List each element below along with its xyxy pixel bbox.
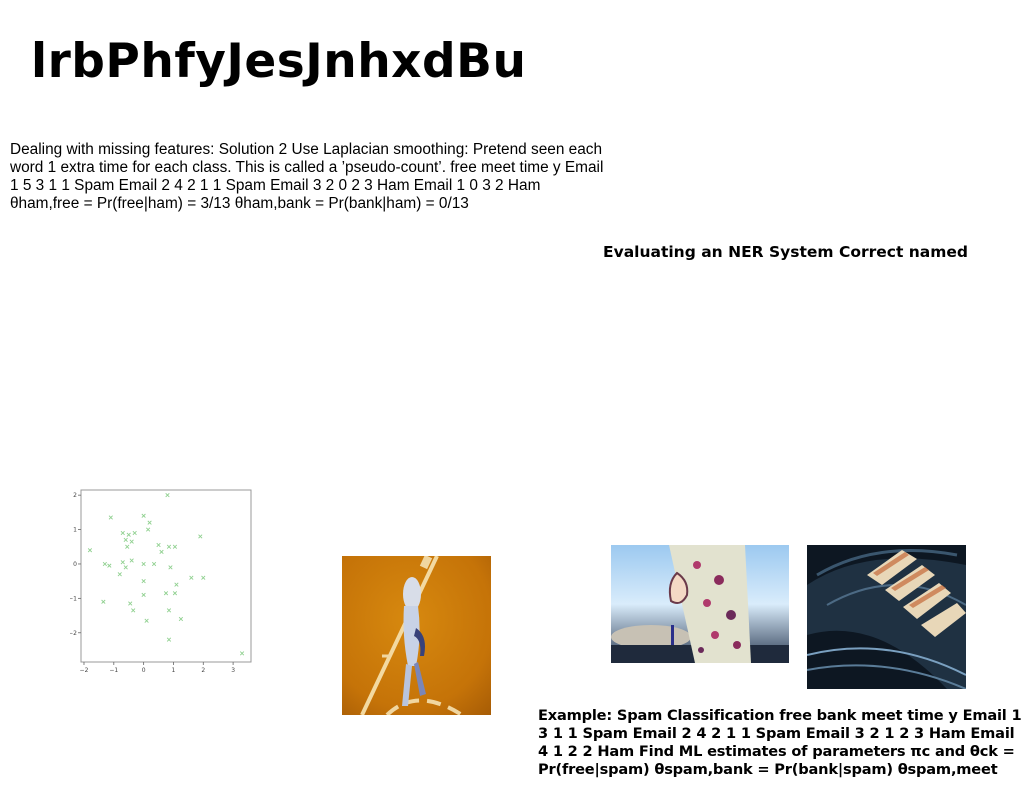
y-tick-label: 2	[73, 492, 77, 499]
scatter-point	[198, 534, 203, 539]
scatter-point	[147, 520, 152, 525]
scatter-point	[123, 565, 128, 570]
gymnast-photo	[342, 556, 491, 715]
scatter-point	[125, 544, 130, 549]
scatter-point	[120, 530, 125, 536]
scatter-point	[107, 563, 112, 568]
scatter-point	[123, 537, 128, 542]
x-tick-label: 2	[201, 667, 205, 674]
scatter-point	[156, 542, 161, 548]
scatter-point	[174, 582, 179, 587]
y-tick-label: −2	[70, 630, 77, 637]
scatter-point	[201, 575, 206, 580]
section-heading: Evaluating an NER System Correct named	[603, 243, 969, 261]
scatter-point	[128, 601, 133, 606]
scatter-point	[172, 591, 178, 596]
scatter-point	[141, 592, 146, 598]
kimono-photo	[611, 545, 789, 663]
scatter-point	[239, 651, 245, 656]
scatter-point	[102, 561, 107, 567]
scatter-point	[172, 544, 178, 549]
scatter-point	[144, 618, 149, 623]
scatter-point	[189, 575, 194, 580]
scatter-point	[141, 561, 146, 567]
y-tick-label: 0	[73, 561, 77, 568]
skylight-ceiling-photo	[807, 545, 966, 689]
x-tick-label: 3	[231, 667, 235, 674]
plot-frame	[80, 489, 252, 663]
scatter-point	[165, 493, 170, 498]
scatter-point	[101, 599, 106, 604]
body-paragraph: Dealing with missing features: Solution …	[10, 141, 604, 212]
example-text: Example: Spam Classification free bank m…	[538, 707, 1022, 778]
scatter-point	[108, 515, 113, 520]
x-tick-label: 0	[142, 667, 146, 674]
scatter-point	[166, 637, 172, 642]
scatter-plot: −2 −1 0 1 2 3 2 1 0 −1 −2	[70, 489, 252, 674]
scatter-point	[141, 513, 146, 518]
x-tick-label: −2	[80, 667, 89, 674]
scatter-point	[151, 561, 157, 567]
scatter-point	[131, 608, 136, 613]
scatter-point	[159, 549, 164, 555]
y-tick-label: −1	[70, 595, 77, 602]
scatter-point	[163, 591, 169, 596]
y-tick-label: 1	[73, 527, 77, 534]
x-tick-label: −1	[109, 667, 118, 674]
scatter-point	[87, 548, 93, 553]
scatter-point	[166, 608, 172, 613]
scatter-point	[178, 616, 184, 622]
scatter-point	[129, 558, 134, 563]
page-title: lrbPhfyJesJnhxdBu	[31, 34, 527, 89]
scatter-point	[120, 560, 125, 565]
scatter-point	[168, 565, 173, 570]
scatter-point	[126, 532, 131, 537]
scatter-point	[141, 579, 146, 584]
scatter-point	[117, 572, 122, 577]
scatter-point	[166, 544, 172, 549]
x-tick-label: 1	[172, 667, 176, 674]
scatter-point	[145, 527, 151, 532]
scatter-point	[129, 539, 134, 544]
scatter-point	[132, 530, 137, 536]
